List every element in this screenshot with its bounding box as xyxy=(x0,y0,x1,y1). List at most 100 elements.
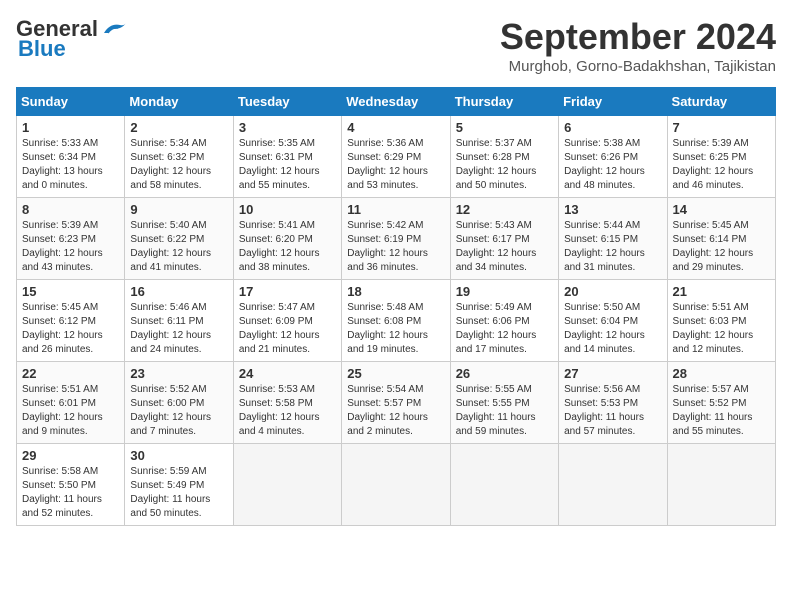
calendar-cell: 19 Sunrise: 5:49 AMSunset: 6:06 PMDaylig… xyxy=(450,280,558,362)
column-header-monday: Monday xyxy=(125,88,233,116)
calendar-cell xyxy=(667,444,775,526)
day-number: 27 xyxy=(564,366,661,381)
day-number: 29 xyxy=(22,448,119,463)
day-number: 13 xyxy=(564,202,661,217)
calendar-cell: 6 Sunrise: 5:38 AMSunset: 6:26 PMDayligh… xyxy=(559,116,667,198)
calendar-cell: 11 Sunrise: 5:42 AMSunset: 6:19 PMDaylig… xyxy=(342,198,450,280)
day-number: 28 xyxy=(673,366,770,381)
day-number: 4 xyxy=(347,120,444,135)
calendar-cell: 14 Sunrise: 5:45 AMSunset: 6:14 PMDaylig… xyxy=(667,198,775,280)
calendar-cell: 28 Sunrise: 5:57 AMSunset: 5:52 PMDaylig… xyxy=(667,362,775,444)
column-header-sunday: Sunday xyxy=(17,88,125,116)
calendar-week-1: 1 Sunrise: 5:33 AMSunset: 6:34 PMDayligh… xyxy=(17,116,776,198)
calendar-week-2: 8 Sunrise: 5:39 AMSunset: 6:23 PMDayligh… xyxy=(17,198,776,280)
calendar-cell: 16 Sunrise: 5:46 AMSunset: 6:11 PMDaylig… xyxy=(125,280,233,362)
day-number: 6 xyxy=(564,120,661,135)
day-number: 3 xyxy=(239,120,336,135)
calendar-cell: 9 Sunrise: 5:40 AMSunset: 6:22 PMDayligh… xyxy=(125,198,233,280)
day-info: Sunrise: 5:51 AMSunset: 6:03 PMDaylight:… xyxy=(673,301,770,357)
calendar-cell: 5 Sunrise: 5:37 AMSunset: 6:28 PMDayligh… xyxy=(450,116,558,198)
title-block: September 2024 Murghob, Gorno-Badakhshan… xyxy=(500,16,776,75)
column-header-saturday: Saturday xyxy=(667,88,775,116)
day-number: 15 xyxy=(22,284,119,299)
day-info: Sunrise: 5:48 AMSunset: 6:08 PMDaylight:… xyxy=(347,301,444,357)
day-number: 2 xyxy=(130,120,227,135)
day-info: Sunrise: 5:44 AMSunset: 6:15 PMDaylight:… xyxy=(564,219,661,275)
calendar-cell: 13 Sunrise: 5:44 AMSunset: 6:15 PMDaylig… xyxy=(559,198,667,280)
day-number: 21 xyxy=(673,284,770,299)
day-info: Sunrise: 5:52 AMSunset: 6:00 PMDaylight:… xyxy=(130,383,227,439)
calendar-cell: 23 Sunrise: 5:52 AMSunset: 6:00 PMDaylig… xyxy=(125,362,233,444)
day-info: Sunrise: 5:33 AMSunset: 6:34 PMDaylight:… xyxy=(22,137,119,193)
day-info: Sunrise: 5:43 AMSunset: 6:17 PMDaylight:… xyxy=(456,219,553,275)
day-info: Sunrise: 5:45 AMSunset: 6:12 PMDaylight:… xyxy=(22,301,119,357)
calendar-week-4: 22 Sunrise: 5:51 AMSunset: 6:01 PMDaylig… xyxy=(17,362,776,444)
calendar-cell xyxy=(342,444,450,526)
day-number: 9 xyxy=(130,202,227,217)
column-header-wednesday: Wednesday xyxy=(342,88,450,116)
calendar-cell xyxy=(233,444,341,526)
day-number: 23 xyxy=(130,366,227,381)
day-info: Sunrise: 5:35 AMSunset: 6:31 PMDaylight:… xyxy=(239,137,336,193)
day-info: Sunrise: 5:40 AMSunset: 6:22 PMDaylight:… xyxy=(130,219,227,275)
day-info: Sunrise: 5:56 AMSunset: 5:53 PMDaylight:… xyxy=(564,383,661,439)
day-info: Sunrise: 5:37 AMSunset: 6:28 PMDaylight:… xyxy=(456,137,553,193)
calendar-cell xyxy=(450,444,558,526)
day-number: 19 xyxy=(456,284,553,299)
day-number: 18 xyxy=(347,284,444,299)
day-info: Sunrise: 5:58 AMSunset: 5:50 PMDaylight:… xyxy=(22,465,119,521)
calendar-cell: 22 Sunrise: 5:51 AMSunset: 6:01 PMDaylig… xyxy=(17,362,125,444)
day-number: 22 xyxy=(22,366,119,381)
day-info: Sunrise: 5:41 AMSunset: 6:20 PMDaylight:… xyxy=(239,219,336,275)
day-number: 5 xyxy=(456,120,553,135)
month-title: September 2024 xyxy=(500,16,776,58)
day-number: 20 xyxy=(564,284,661,299)
calendar-cell: 3 Sunrise: 5:35 AMSunset: 6:31 PMDayligh… xyxy=(233,116,341,198)
calendar-header-row: SundayMondayTuesdayWednesdayThursdayFrid… xyxy=(17,88,776,116)
day-info: Sunrise: 5:54 AMSunset: 5:57 PMDaylight:… xyxy=(347,383,444,439)
day-info: Sunrise: 5:46 AMSunset: 6:11 PMDaylight:… xyxy=(130,301,227,357)
calendar-cell: 17 Sunrise: 5:47 AMSunset: 6:09 PMDaylig… xyxy=(233,280,341,362)
logo-bird-icon xyxy=(100,19,128,39)
day-info: Sunrise: 5:39 AMSunset: 6:25 PMDaylight:… xyxy=(673,137,770,193)
day-number: 14 xyxy=(673,202,770,217)
calendar-body: 1 Sunrise: 5:33 AMSunset: 6:34 PMDayligh… xyxy=(17,116,776,526)
day-info: Sunrise: 5:39 AMSunset: 6:23 PMDaylight:… xyxy=(22,219,119,275)
calendar-cell: 12 Sunrise: 5:43 AMSunset: 6:17 PMDaylig… xyxy=(450,198,558,280)
column-header-friday: Friday xyxy=(559,88,667,116)
calendar-cell: 27 Sunrise: 5:56 AMSunset: 5:53 PMDaylig… xyxy=(559,362,667,444)
day-number: 17 xyxy=(239,284,336,299)
calendar-cell: 15 Sunrise: 5:45 AMSunset: 6:12 PMDaylig… xyxy=(17,280,125,362)
calendar-cell xyxy=(559,444,667,526)
day-number: 1 xyxy=(22,120,119,135)
day-info: Sunrise: 5:47 AMSunset: 6:09 PMDaylight:… xyxy=(239,301,336,357)
day-info: Sunrise: 5:59 AMSunset: 5:49 PMDaylight:… xyxy=(130,465,227,521)
column-header-thursday: Thursday xyxy=(450,88,558,116)
day-number: 25 xyxy=(347,366,444,381)
day-info: Sunrise: 5:45 AMSunset: 6:14 PMDaylight:… xyxy=(673,219,770,275)
calendar-cell: 20 Sunrise: 5:50 AMSunset: 6:04 PMDaylig… xyxy=(559,280,667,362)
calendar-cell: 4 Sunrise: 5:36 AMSunset: 6:29 PMDayligh… xyxy=(342,116,450,198)
day-info: Sunrise: 5:49 AMSunset: 6:06 PMDaylight:… xyxy=(456,301,553,357)
day-info: Sunrise: 5:38 AMSunset: 6:26 PMDaylight:… xyxy=(564,137,661,193)
day-info: Sunrise: 5:57 AMSunset: 5:52 PMDaylight:… xyxy=(673,383,770,439)
day-info: Sunrise: 5:51 AMSunset: 6:01 PMDaylight:… xyxy=(22,383,119,439)
calendar-cell: 8 Sunrise: 5:39 AMSunset: 6:23 PMDayligh… xyxy=(17,198,125,280)
calendar-cell: 1 Sunrise: 5:33 AMSunset: 6:34 PMDayligh… xyxy=(17,116,125,198)
column-header-tuesday: Tuesday xyxy=(233,88,341,116)
calendar-cell: 25 Sunrise: 5:54 AMSunset: 5:57 PMDaylig… xyxy=(342,362,450,444)
day-number: 12 xyxy=(456,202,553,217)
page-header: General Blue September 2024 Murghob, Gor… xyxy=(16,16,776,75)
calendar-cell: 30 Sunrise: 5:59 AMSunset: 5:49 PMDaylig… xyxy=(125,444,233,526)
day-info: Sunrise: 5:50 AMSunset: 6:04 PMDaylight:… xyxy=(564,301,661,357)
day-number: 8 xyxy=(22,202,119,217)
location: Murghob, Gorno-Badakhshan, Tajikistan xyxy=(500,58,776,75)
calendar-cell: 2 Sunrise: 5:34 AMSunset: 6:32 PMDayligh… xyxy=(125,116,233,198)
calendar-table: SundayMondayTuesdayWednesdayThursdayFrid… xyxy=(16,87,776,526)
calendar-cell: 18 Sunrise: 5:48 AMSunset: 6:08 PMDaylig… xyxy=(342,280,450,362)
logo: General Blue xyxy=(16,16,128,62)
day-info: Sunrise: 5:42 AMSunset: 6:19 PMDaylight:… xyxy=(347,219,444,275)
day-info: Sunrise: 5:34 AMSunset: 6:32 PMDaylight:… xyxy=(130,137,227,193)
calendar-cell: 29 Sunrise: 5:58 AMSunset: 5:50 PMDaylig… xyxy=(17,444,125,526)
calendar-cell: 26 Sunrise: 5:55 AMSunset: 5:55 PMDaylig… xyxy=(450,362,558,444)
